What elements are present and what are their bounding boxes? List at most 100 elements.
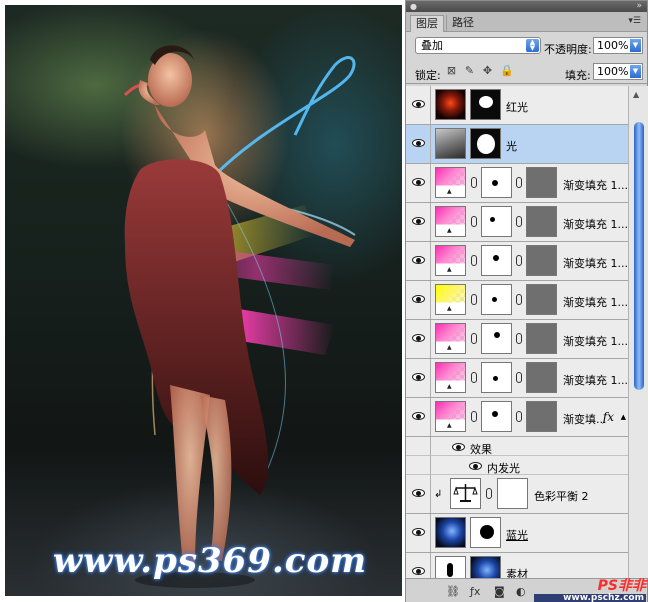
layer-mask-thumbnail[interactable]	[481, 245, 512, 276]
visibility-toggle[interactable]	[406, 281, 431, 319]
link-chain-icon[interactable]	[486, 488, 492, 499]
eye-icon[interactable]	[412, 295, 425, 303]
layer-name[interactable]: 渐变填充 1...	[563, 372, 628, 388]
visibility-toggle[interactable]	[406, 125, 431, 163]
tab-layers[interactable]: 图层	[410, 15, 444, 32]
link-chain-icon[interactable]	[471, 333, 477, 344]
vector-mask-thumbnail[interactable]	[526, 284, 557, 315]
visibility-toggle[interactable]	[406, 553, 431, 578]
eye-icon[interactable]	[412, 100, 425, 108]
scroll-up-arrow-icon[interactable]: ▲	[633, 90, 639, 99]
layer-row-gradient-fill[interactable]: ▲ 渐变填充 1...	[406, 359, 628, 398]
layer-thumbnail[interactable]	[435, 517, 466, 548]
color-balance-scale-icon[interactable]	[450, 478, 481, 509]
link-chain-icon[interactable]	[471, 255, 477, 266]
layer-name[interactable]: 渐变填...	[563, 411, 607, 427]
effects-row[interactable]: 效果	[406, 437, 628, 456]
layer-row-red-light[interactable]: 红光	[406, 86, 628, 125]
layer-row-gradient-fill[interactable]: ▲ 渐变填充 1...	[406, 164, 628, 203]
collapse-effects-icon[interactable]: ▲	[621, 413, 626, 421]
visibility-toggle[interactable]	[406, 203, 431, 241]
blend-mode-stepper-icon[interactable]: ▲ ▼	[526, 39, 539, 52]
layer-name[interactable]: 渐变填充 1...	[563, 216, 628, 232]
eye-icon[interactable]	[412, 217, 425, 225]
link-chain-icon[interactable]	[516, 411, 522, 422]
link-chain-icon[interactable]	[516, 372, 522, 383]
vector-mask-thumbnail[interactable]	[526, 167, 557, 198]
fill-dropdown-icon[interactable]: ▼	[630, 65, 641, 78]
link-chain-icon[interactable]	[471, 372, 477, 383]
layer-name[interactable]: 素材	[506, 566, 528, 578]
layer-mask-thumbnail[interactable]	[481, 401, 512, 432]
visibility-toggle[interactable]	[406, 164, 431, 202]
layer-row-gradient-fill[interactable]: ▲ 渐变填充 1...	[406, 320, 628, 359]
layer-name[interactable]: 红光	[506, 99, 528, 115]
gradient-fill-thumbnail[interactable]: ▲	[435, 284, 466, 315]
opacity-dropdown-icon[interactable]: ▼	[630, 39, 641, 52]
visibility-toggle[interactable]	[406, 456, 431, 474]
layer-name[interactable]: 光	[506, 138, 517, 154]
link-layers-icon[interactable]: ⛓	[446, 585, 460, 598]
visibility-toggle[interactable]	[406, 398, 431, 436]
panel-menu-icon[interactable]: ▾☰	[628, 16, 641, 26]
layer-thumbnail[interactable]	[435, 556, 466, 578]
layer-mask-thumbnail[interactable]	[497, 478, 528, 509]
layer-row-gradient-fill-fx[interactable]: ▲ 渐变填... fx ▲	[406, 398, 628, 437]
tab-paths[interactable]: 路径	[446, 15, 479, 32]
layer-mask-thumbnail[interactable]	[481, 206, 512, 237]
fx-icon[interactable]: fx	[603, 410, 614, 424]
layer-row-gradient-fill[interactable]: ▲ 渐变填充 1...	[406, 281, 628, 320]
layer-row-light[interactable]: 光	[406, 125, 628, 164]
link-chain-icon[interactable]	[471, 177, 477, 188]
link-chain-icon[interactable]	[471, 216, 477, 227]
layer-mask-thumbnail[interactable]	[481, 362, 512, 393]
eye-icon[interactable]	[412, 178, 425, 186]
link-chain-icon[interactable]	[516, 216, 522, 227]
layer-mask-thumbnail[interactable]	[481, 284, 512, 315]
visibility-toggle[interactable]	[406, 437, 431, 455]
vector-mask-thumbnail[interactable]	[526, 362, 557, 393]
layer-name[interactable]: 色彩平衡 2	[534, 488, 589, 504]
link-chain-icon[interactable]	[471, 411, 477, 422]
eye-icon[interactable]	[452, 443, 465, 451]
gradient-fill-thumbnail[interactable]: ▲	[435, 245, 466, 276]
vector-mask-thumbnail[interactable]	[526, 206, 557, 237]
layer-list-scrollbar[interactable]: ▲	[628, 86, 648, 578]
eye-icon[interactable]	[412, 489, 425, 497]
opacity-field[interactable]: 100% ▼	[593, 37, 643, 54]
layer-name[interactable]: 蓝光	[506, 527, 528, 543]
layer-thumbnail[interactable]	[435, 128, 466, 159]
layer-name[interactable]: 渐变填充 1...	[563, 333, 628, 349]
gradient-fill-thumbnail[interactable]: ▲	[435, 206, 466, 237]
eye-icon[interactable]	[469, 462, 482, 470]
add-mask-icon[interactable]: ◙	[494, 585, 505, 598]
eye-icon[interactable]	[412, 373, 425, 381]
blend-mode-select[interactable]: 叠加 ▲ ▼	[415, 37, 541, 54]
panel-titlebar[interactable]: ● »	[406, 1, 647, 12]
layer-name[interactable]: 渐变填充 1...	[563, 255, 628, 271]
layer-row-material[interactable]: 素材	[406, 553, 628, 578]
lock-transparency-icon[interactable]: ⊠	[446, 65, 457, 76]
gradient-fill-thumbnail[interactable]: ▲	[435, 167, 466, 198]
layer-mask-thumbnail[interactable]	[481, 323, 512, 354]
gradient-fill-thumbnail[interactable]: ▲	[435, 323, 466, 354]
eye-icon[interactable]	[412, 528, 425, 536]
add-style-fx-icon[interactable]: ƒx	[470, 585, 480, 598]
layer-row-gradient-fill[interactable]: ▲ 渐变填充 1...	[406, 242, 628, 281]
gradient-fill-thumbnail[interactable]: ▲	[435, 362, 466, 393]
eye-icon[interactable]	[412, 412, 425, 420]
panel-close-icon[interactable]: ●	[410, 2, 417, 11]
link-chain-icon[interactable]	[516, 255, 522, 266]
visibility-toggle[interactable]	[406, 242, 431, 280]
layer-row-color-balance[interactable]: ↲ 色彩平衡 2	[406, 475, 628, 514]
eye-icon[interactable]	[412, 256, 425, 264]
visibility-toggle[interactable]	[406, 320, 431, 358]
vector-mask-thumbnail[interactable]	[526, 323, 557, 354]
vector-mask-thumbnail[interactable]	[526, 401, 557, 432]
layer-thumbnail[interactable]	[435, 89, 466, 120]
layer-row-gradient-fill[interactable]: ▲ 渐变填充 1...	[406, 203, 628, 242]
eye-icon[interactable]	[412, 334, 425, 342]
fill-field[interactable]: 100% ▼	[593, 63, 643, 80]
visibility-toggle[interactable]	[406, 359, 431, 397]
eye-icon[interactable]	[412, 139, 425, 147]
